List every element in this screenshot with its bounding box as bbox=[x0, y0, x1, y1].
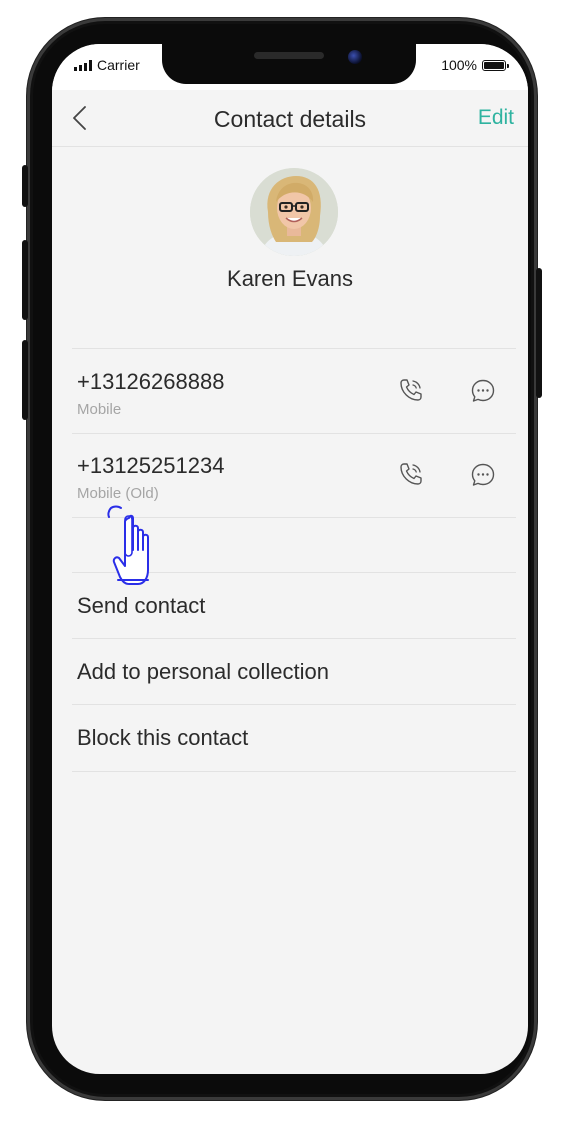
speaker-grille bbox=[254, 52, 324, 59]
page-title: Contact details bbox=[213, 106, 367, 132]
front-camera bbox=[348, 50, 362, 64]
action-label: Add to personal collection bbox=[77, 659, 329, 684]
phone-call-icon[interactable] bbox=[398, 461, 424, 487]
status-bar: Carrier 100% bbox=[52, 44, 528, 90]
chat-bubble-icon[interactable] bbox=[470, 462, 496, 488]
phone-number[interactable]: +13125251234 bbox=[77, 453, 224, 479]
contact-name: Karen Evans bbox=[227, 266, 353, 291]
carrier-label: Carrier bbox=[97, 57, 140, 73]
phone-number[interactable]: +13126268888 bbox=[77, 369, 224, 395]
avatar bbox=[250, 168, 338, 256]
chat-bubble-icon[interactable] bbox=[470, 378, 496, 404]
volume-up-button bbox=[22, 240, 28, 320]
mute-switch bbox=[22, 165, 28, 207]
battery-status: 100% bbox=[441, 57, 509, 73]
edit-button[interactable]: Edit bbox=[478, 106, 514, 130]
volume-down-button bbox=[22, 340, 28, 420]
block-contact-item[interactable]: Block this contact bbox=[72, 704, 516, 770]
tap-hand-icon bbox=[107, 505, 149, 585]
phone-row[interactable]: +13126268888 Mobile bbox=[72, 349, 516, 433]
battery-icon bbox=[482, 59, 509, 71]
action-label: Block this contact bbox=[77, 725, 249, 750]
phone-call-icon[interactable] bbox=[398, 377, 424, 403]
carrier-info: Carrier bbox=[74, 57, 140, 73]
phone-type-label: Mobile bbox=[77, 401, 122, 418]
signal-icon bbox=[74, 59, 92, 71]
nav-bar: Contact details Edit bbox=[52, 90, 528, 147]
notch bbox=[162, 44, 416, 84]
action-label: Send contact bbox=[77, 593, 206, 618]
divider bbox=[72, 771, 516, 772]
power-button bbox=[536, 268, 542, 398]
battery-percent: 100% bbox=[441, 57, 477, 73]
add-to-collection-item[interactable]: Add to personal collection bbox=[72, 638, 516, 704]
